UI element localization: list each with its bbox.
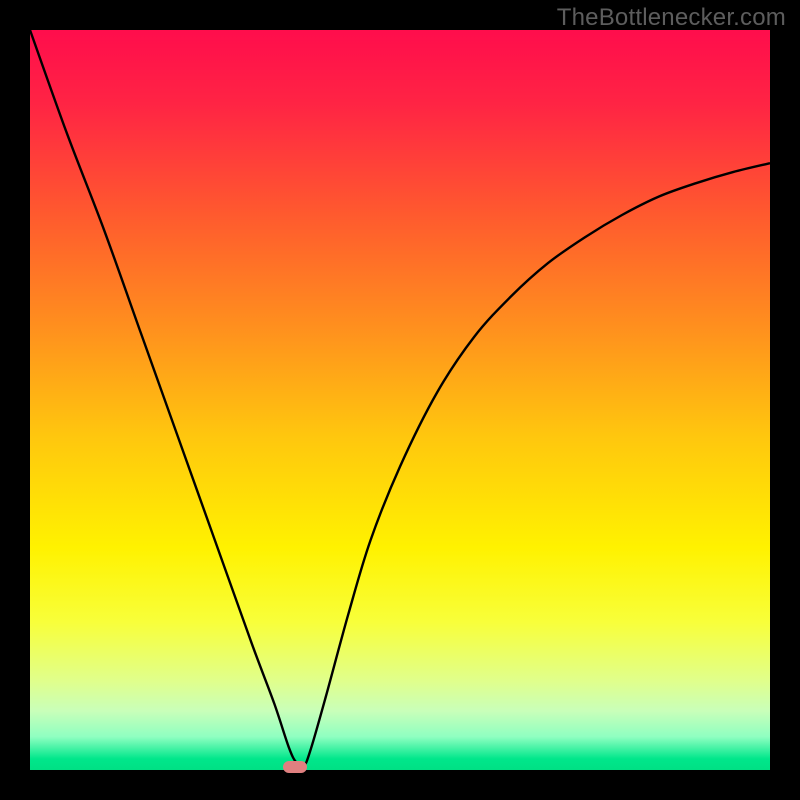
plot-area — [30, 30, 770, 770]
optimal-point-marker — [283, 761, 307, 773]
watermark-text: TheBottlenecker.com — [557, 4, 786, 32]
chart-frame: TheBottlenecker.com — [0, 0, 800, 800]
curve-svg — [30, 30, 770, 770]
bottleneck-curve — [30, 30, 770, 767]
